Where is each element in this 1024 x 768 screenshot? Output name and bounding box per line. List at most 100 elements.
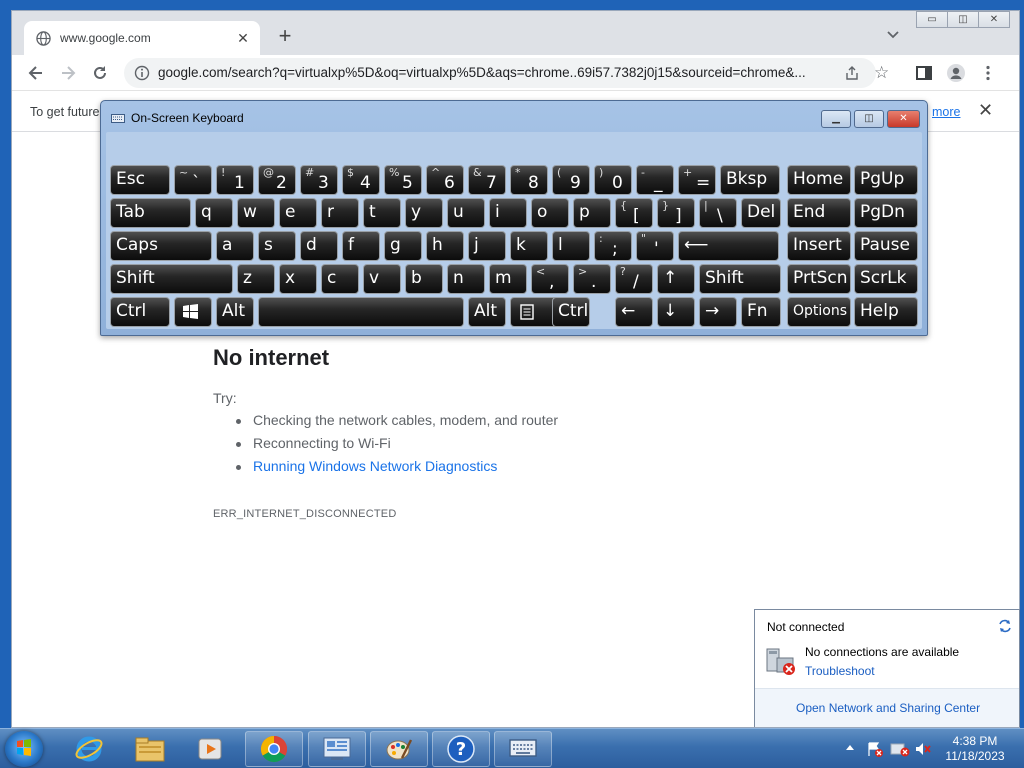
key-r3c8[interactable]: <,	[531, 264, 569, 294]
refresh-icon[interactable]	[997, 618, 1013, 634]
taskbar-internet-explorer[interactable]	[60, 731, 118, 767]
taskbar-control-panel[interactable]	[308, 731, 366, 767]
key-d[interactable]: d	[300, 231, 338, 261]
taskbar-media-player[interactable]	[181, 731, 239, 767]
osk-close-button[interactable]: ✕	[887, 110, 920, 128]
key-help[interactable]: Help	[854, 297, 918, 327]
key-r1c12[interactable]: }]	[657, 198, 695, 228]
key-bksp[interactable]: Bksp	[720, 165, 780, 195]
site-info-icon[interactable]	[134, 65, 150, 81]
taskbar-on-screen-keyboard[interactable]	[494, 731, 552, 767]
key-r3c10[interactable]: ? /	[615, 264, 653, 294]
bookmark-star-icon[interactable]: ☆	[874, 63, 889, 83]
key-q[interactable]: q	[195, 198, 233, 228]
key-a[interactable]: a	[216, 231, 254, 261]
key-h[interactable]: h	[426, 231, 464, 261]
key-0[interactable]: ) 0	[594, 165, 632, 195]
troubleshoot-link[interactable]: Troubleshoot	[805, 664, 875, 678]
menu-kebab-icon[interactable]	[978, 63, 998, 83]
osk-minimize-button[interactable]: ▁	[821, 110, 851, 128]
taskbar-chrome[interactable]	[245, 731, 303, 767]
key-g[interactable]: g	[384, 231, 422, 261]
key-r0c1[interactable]: ~ `	[174, 165, 212, 195]
key-alt[interactable]: Alt	[468, 297, 506, 327]
key-9[interactable]: (9	[552, 165, 590, 195]
key-1[interactable]: ! 1	[216, 165, 254, 195]
key-windows[interactable]	[174, 297, 212, 327]
key-6[interactable]: ^ 6	[426, 165, 464, 195]
system-clock[interactable]: 4:38 PM 11/18/2023	[940, 734, 1010, 764]
key-pgup[interactable]: PgUp	[854, 165, 918, 195]
key-2[interactable]: @2	[258, 165, 296, 195]
side-panel-icon[interactable]	[914, 63, 934, 83]
key-r0c13[interactable]: + =	[678, 165, 716, 195]
key-r2c11[interactable]: " '	[636, 231, 674, 261]
key-shift[interactable]: Shift	[110, 264, 233, 294]
key-pgdn[interactable]: PgDn	[854, 198, 918, 228]
key-w[interactable]: w	[237, 198, 275, 228]
key-end[interactable]: End	[787, 198, 851, 228]
key-r4c7[interactable]: ←	[615, 297, 653, 327]
key-esc[interactable]: Esc	[110, 165, 170, 195]
key-m[interactable]: m	[489, 264, 527, 294]
key-r2c12[interactable]: ⟵	[678, 231, 779, 261]
key-t[interactable]: t	[363, 198, 401, 228]
forward-icon[interactable]	[58, 63, 78, 83]
action-center-flag-icon[interactable]	[866, 741, 884, 757]
key-k[interactable]: k	[510, 231, 548, 261]
key-ctrl[interactable]: Ctrl	[110, 297, 170, 327]
key-l[interactable]: l	[552, 231, 590, 261]
key-scrlk[interactable]: ScrLk	[854, 264, 918, 294]
key-e[interactable]: e	[279, 198, 317, 228]
profile-avatar-icon[interactable]	[946, 63, 966, 83]
info-bar-close-icon[interactable]: ✕	[978, 100, 993, 121]
key-v[interactable]: v	[363, 264, 401, 294]
key-p[interactable]: p	[573, 198, 611, 228]
key-r0c12[interactable]: - _	[636, 165, 674, 195]
address-bar[interactable]: google.com/search?q=virtualxp%5D&oq=virt…	[124, 58, 889, 88]
tab-close-icon[interactable]: ✕	[233, 28, 253, 48]
open-network-center-link[interactable]: Open Network and Sharing Center	[796, 701, 980, 715]
key-4[interactable]: $4	[342, 165, 380, 195]
share-icon[interactable]	[844, 65, 860, 81]
key-r3c11[interactable]: ↑	[657, 264, 695, 294]
start-button[interactable]	[5, 731, 43, 767]
new-tab-button[interactable]: +	[274, 25, 296, 48]
key-n[interactable]: n	[447, 264, 485, 294]
key-home[interactable]: Home	[787, 165, 851, 195]
close-window-button[interactable]: ✕	[978, 11, 1010, 28]
key-options[interactable]: Options	[787, 297, 851, 327]
key-5[interactable]: % 5	[384, 165, 422, 195]
key-b[interactable]: b	[405, 264, 443, 294]
key-caps[interactable]: Caps	[110, 231, 212, 261]
key-x[interactable]: x	[279, 264, 317, 294]
key-space[interactable]	[258, 297, 464, 327]
reload-icon[interactable]	[90, 63, 110, 83]
key-z[interactable]: z	[237, 264, 275, 294]
url-text[interactable]: google.com/search?q=virtualxp%5D&oq=virt…	[158, 65, 838, 80]
taskbar-file-explorer[interactable]	[121, 731, 179, 767]
key-shift[interactable]: Shift	[699, 264, 781, 294]
key-r1c11[interactable]: {[	[615, 198, 653, 228]
key-fn[interactable]: Fn	[741, 297, 781, 327]
key-8[interactable]: * 8	[510, 165, 548, 195]
taskbar-paint[interactable]	[370, 731, 428, 767]
key-3[interactable]: #3	[300, 165, 338, 195]
show-hidden-icons-icon[interactable]	[845, 743, 855, 751]
key-f[interactable]: f	[342, 231, 380, 261]
key-ctrl[interactable]: Ctrl	[552, 297, 590, 327]
key-o[interactable]: o	[531, 198, 569, 228]
key-tab[interactable]: Tab	[110, 198, 191, 228]
minimize-button[interactable]: ▭	[916, 11, 948, 28]
browser-tab[interactable]: www.google.com ✕	[24, 21, 260, 55]
key-r4c9[interactable]: →	[699, 297, 737, 327]
taskbar-help[interactable]: ?	[432, 731, 490, 767]
key-insert[interactable]: Insert	[787, 231, 851, 261]
key-r4c8[interactable]: ↓	[657, 297, 695, 327]
network-tray-icon[interactable]	[890, 741, 910, 757]
osk-maximize-button[interactable]: ◫	[854, 110, 884, 128]
key-j[interactable]: j	[468, 231, 506, 261]
back-icon[interactable]	[26, 63, 46, 83]
network-diagnostics-link[interactable]: Running Windows Network Diagnostics	[234, 458, 558, 481]
volume-muted-icon[interactable]	[914, 741, 932, 757]
